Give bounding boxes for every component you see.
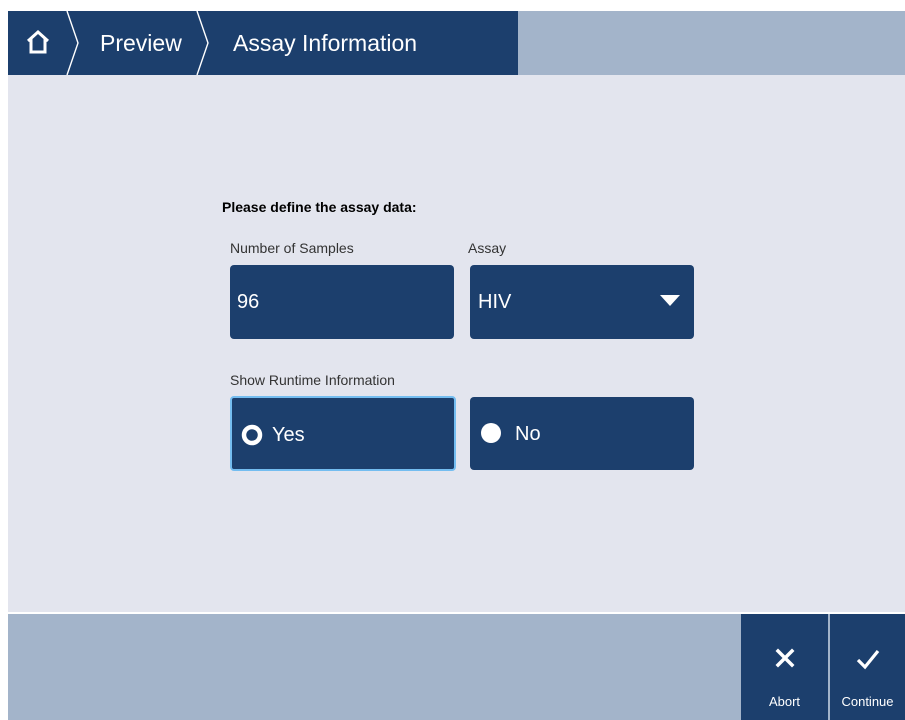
form-heading: Please define the assay data: (222, 199, 417, 215)
dropdown-caret-icon (660, 295, 680, 306)
top-bar: Preview Assay Information (0, 11, 905, 75)
breadcrumb-separator-icon (66, 11, 80, 75)
continue-button[interactable]: Continue (830, 614, 905, 720)
assay-label: Assay (468, 240, 507, 256)
top-bar-fill (518, 11, 905, 75)
assay-select[interactable]: HIV (470, 265, 694, 339)
samples-label: Number of Samples (230, 240, 354, 256)
continue-label: Continue (841, 694, 894, 709)
abort-button[interactable]: Abort (741, 614, 828, 720)
breadcrumb-separator-icon (196, 11, 210, 75)
checkmark-icon (856, 649, 879, 670)
runtime-yes-option[interactable]: Yes (230, 396, 456, 471)
radio-selected-icon (241, 424, 263, 446)
breadcrumb: Preview Assay Information (8, 11, 518, 75)
breadcrumb-item-assay-information: Assay Information (233, 30, 418, 56)
samples-value: 96 (237, 291, 260, 313)
home-icon (26, 29, 50, 54)
home-button[interactable] (8, 11, 72, 75)
assay-value: HIV (478, 291, 512, 313)
main-panel: Please define the assay data: Number of … (8, 75, 905, 612)
samples-input[interactable]: 96 (230, 265, 454, 339)
abort-label: Abort (768, 694, 801, 709)
runtime-label: Show Runtime Information (230, 372, 395, 388)
breadcrumb-item-preview[interactable]: Preview (100, 11, 182, 75)
runtime-no-option[interactable]: No (470, 397, 694, 470)
radio-unselected-icon (481, 423, 501, 443)
close-icon (775, 648, 794, 668)
runtime-yes-label: Yes (272, 424, 305, 446)
runtime-no-label: No (515, 423, 541, 445)
